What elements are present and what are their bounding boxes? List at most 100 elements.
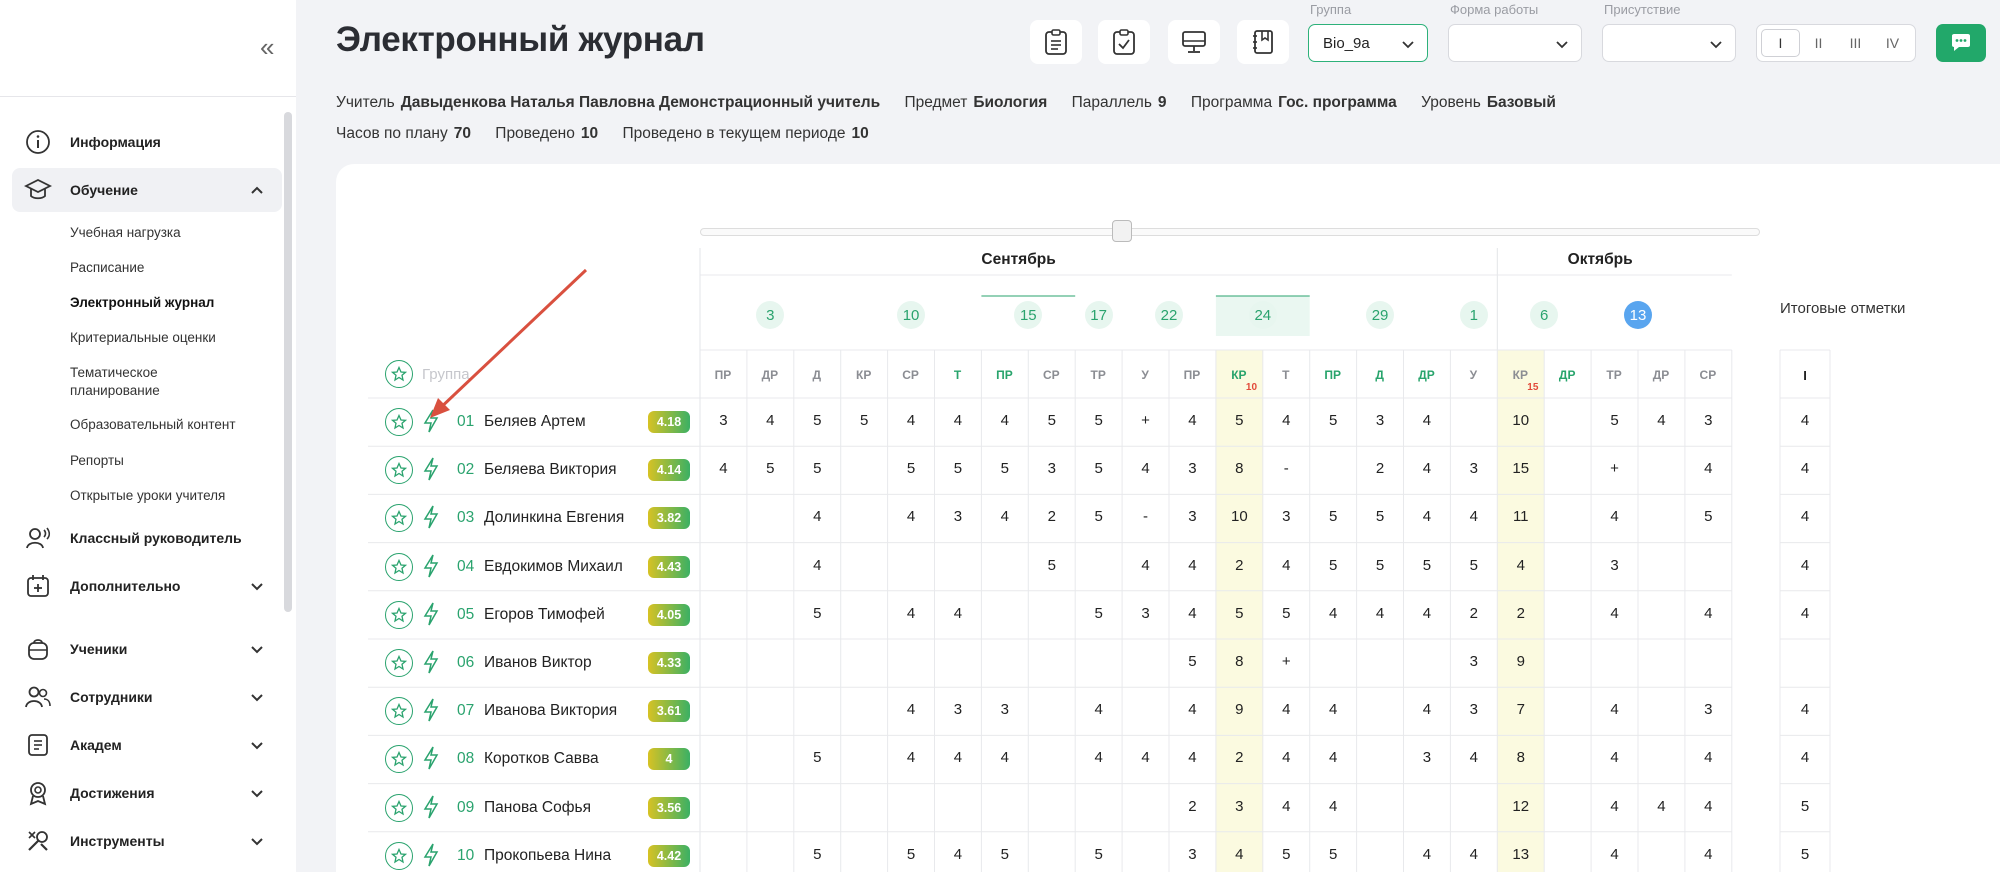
final-grade[interactable]: 4: [1782, 749, 1828, 766]
grade-cell[interactable]: 4: [1591, 508, 1638, 525]
grade-cell[interactable]: 4: [1404, 460, 1451, 477]
grade-cell[interactable]: 4: [1450, 508, 1497, 525]
grade-cell[interactable]: 4: [1263, 701, 1310, 718]
student-star-icon[interactable]: [385, 697, 413, 726]
grade-cell[interactable]: 4: [981, 412, 1028, 429]
grade-cell[interactable]: 2: [1450, 605, 1497, 622]
day-13[interactable]: 13: [1624, 301, 1652, 329]
grade-cell[interactable]: 4: [1310, 798, 1357, 815]
grade-cell[interactable]: 3: [1169, 460, 1216, 477]
grade-cell[interactable]: 4: [1310, 605, 1357, 622]
grade-cell[interactable]: 2: [1216, 749, 1263, 766]
student-star-icon[interactable]: [385, 793, 413, 822]
grade-cell[interactable]: 5: [1591, 412, 1638, 429]
grade-cell[interactable]: 4: [1685, 749, 1732, 766]
grade-cell[interactable]: 5: [794, 605, 841, 622]
grade-cell[interactable]: 13: [1497, 846, 1544, 863]
grade-cell[interactable]: 4: [935, 846, 982, 863]
column-header[interactable]: СР: [888, 368, 934, 382]
grade-cell[interactable]: 4: [1404, 508, 1451, 525]
column-header[interactable]: СР: [1685, 368, 1731, 382]
grade-cell[interactable]: 2: [1028, 508, 1075, 525]
grade-cell[interactable]: +: [1263, 653, 1310, 670]
grade-cell[interactable]: 4: [747, 412, 794, 429]
grade-cell[interactable]: 3: [1122, 605, 1169, 622]
student-star-icon[interactable]: [385, 552, 413, 581]
grade-cell[interactable]: 4: [1169, 605, 1216, 622]
column-header[interactable]: ПР: [1310, 368, 1356, 382]
grade-cell[interactable]: 2: [1169, 798, 1216, 815]
grade-cell[interactable]: 4: [1497, 557, 1544, 574]
grade-cell[interactable]: 5: [1450, 557, 1497, 574]
lightning-icon[interactable]: [422, 649, 440, 675]
grade-cell[interactable]: 3: [1028, 460, 1075, 477]
final-grade[interactable]: 4: [1782, 701, 1828, 718]
grade-cell[interactable]: 5: [888, 460, 935, 477]
grade-cell[interactable]: 3: [935, 701, 982, 718]
grade-cell[interactable]: 5: [841, 412, 888, 429]
grade-cell[interactable]: 4: [1685, 846, 1732, 863]
grade-cell[interactable]: 5: [1028, 412, 1075, 429]
grade-cell[interactable]: 5: [888, 846, 935, 863]
lightning-icon[interactable]: [422, 456, 440, 482]
grade-cell[interactable]: 2: [1497, 605, 1544, 622]
grade-cell[interactable]: 8: [1216, 653, 1263, 670]
final-grade[interactable]: 4: [1782, 557, 1828, 574]
grade-cell[interactable]: 3: [1685, 412, 1732, 429]
column-header[interactable]: КР: [1497, 368, 1543, 382]
grade-cell[interactable]: 4: [1075, 701, 1122, 718]
grade-cell[interactable]: 5: [1357, 557, 1404, 574]
column-header[interactable]: ПР: [1169, 368, 1215, 382]
grade-cell[interactable]: -: [1263, 460, 1310, 477]
column-header[interactable]: Т: [1263, 368, 1309, 382]
grade-cell[interactable]: 5: [1075, 412, 1122, 429]
grade-cell[interactable]: 4: [888, 412, 935, 429]
grade-cell[interactable]: 5: [1310, 412, 1357, 429]
column-header[interactable]: КР: [1216, 368, 1262, 382]
lightning-icon[interactable]: [422, 794, 440, 820]
grade-cell[interactable]: 4: [1450, 846, 1497, 863]
grade-cell[interactable]: 4: [1591, 846, 1638, 863]
student-star-icon[interactable]: [385, 456, 413, 485]
grade-cell[interactable]: 4: [981, 508, 1028, 525]
grade-cell[interactable]: 5: [794, 460, 841, 477]
grade-cell[interactable]: 4: [1263, 557, 1310, 574]
column-header[interactable]: СР: [1028, 368, 1074, 382]
student-star-icon[interactable]: [385, 841, 413, 870]
lightning-icon[interactable]: [422, 842, 440, 868]
grade-cell[interactable]: 4: [1404, 701, 1451, 718]
lightning-icon[interactable]: [422, 504, 440, 530]
grade-cell[interactable]: 3: [981, 701, 1028, 718]
grade-cell[interactable]: 4: [888, 508, 935, 525]
grade-cell[interactable]: 5: [1310, 846, 1357, 863]
grade-cell[interactable]: 4: [1404, 605, 1451, 622]
student-name[interactable]: Беляева Виктория: [484, 461, 617, 479]
grade-cell[interactable]: 5: [1404, 557, 1451, 574]
group-star-icon[interactable]: [385, 360, 413, 388]
grade-cell[interactable]: 5: [1310, 508, 1357, 525]
grade-cell[interactable]: 4: [1404, 846, 1451, 863]
final-grade[interactable]: 4: [1782, 605, 1828, 622]
grade-cell[interactable]: 4: [700, 460, 747, 477]
grade-cell[interactable]: +: [1122, 412, 1169, 429]
student-name[interactable]: Долинкина Евгения: [484, 509, 624, 527]
grade-cell[interactable]: 4: [1263, 412, 1310, 429]
grade-cell[interactable]: 3: [1450, 460, 1497, 477]
day-24[interactable]: 24: [1248, 301, 1277, 329]
grade-cell[interactable]: 3: [1169, 508, 1216, 525]
final-grade[interactable]: 4: [1782, 460, 1828, 477]
grade-cell[interactable]: 3: [1357, 412, 1404, 429]
grade-cell[interactable]: 4: [888, 749, 935, 766]
student-name[interactable]: Иванов Виктор: [484, 654, 592, 672]
student-name[interactable]: Панова Софья: [484, 799, 591, 817]
grade-cell[interactable]: 3: [1216, 798, 1263, 815]
grade-cell[interactable]: 4: [1169, 412, 1216, 429]
grade-cell[interactable]: +: [1591, 460, 1638, 477]
grade-cell[interactable]: 4: [888, 605, 935, 622]
final-grade[interactable]: 5: [1782, 798, 1828, 815]
lightning-icon[interactable]: [422, 697, 440, 723]
grade-cell[interactable]: 3: [1450, 701, 1497, 718]
grade-cell[interactable]: 7: [1497, 701, 1544, 718]
grade-cell[interactable]: 5: [794, 846, 841, 863]
grade-cell[interactable]: 4: [1310, 749, 1357, 766]
